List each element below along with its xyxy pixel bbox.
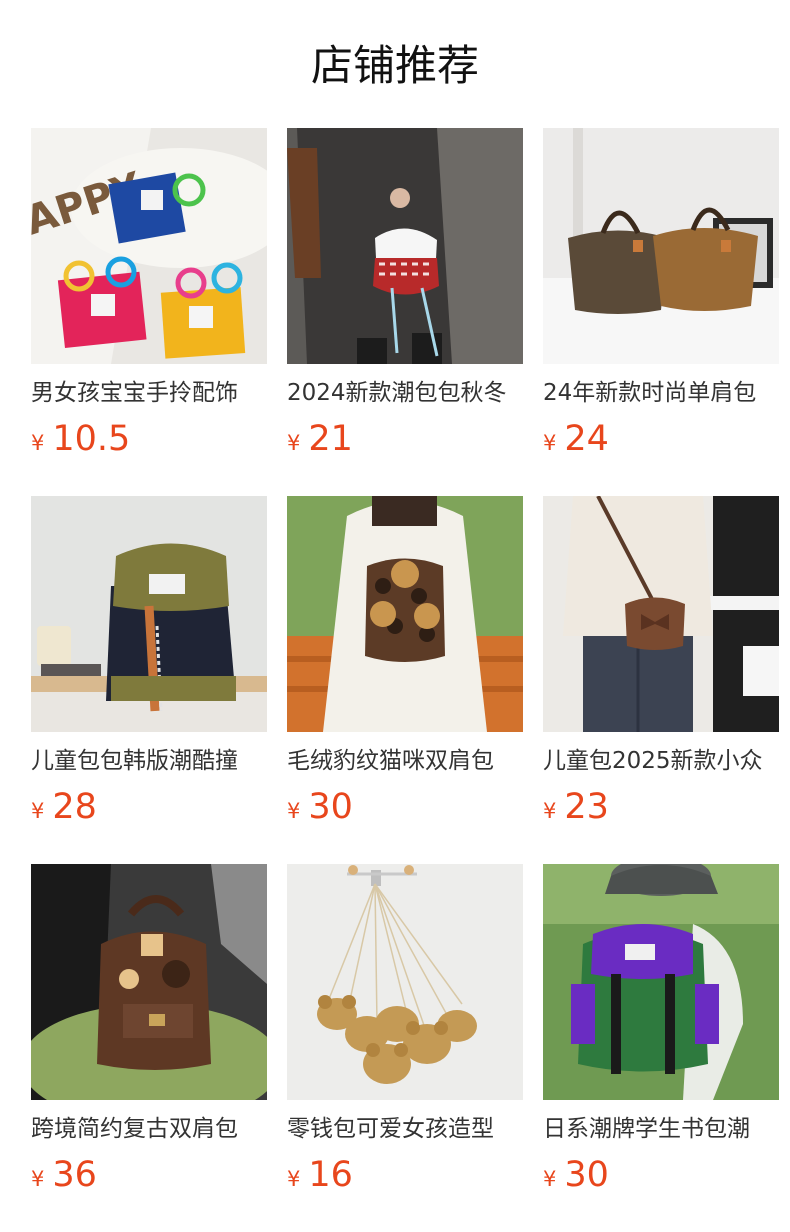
product-price: ¥30 bbox=[287, 786, 353, 828]
product-price: ¥16 bbox=[287, 1154, 353, 1196]
product-name[interactable]: 零钱包可爱女孩造型 bbox=[287, 1112, 523, 1146]
currency-symbol: ¥ bbox=[287, 1167, 301, 1191]
price-value: 28 bbox=[52, 787, 97, 827]
price-value: 30 bbox=[308, 787, 353, 827]
product-price: ¥24 bbox=[543, 418, 609, 460]
currency-symbol: ¥ bbox=[31, 1167, 45, 1191]
product-name[interactable]: 日系潮牌学生书包潮 bbox=[543, 1112, 779, 1146]
currency-symbol: ¥ bbox=[287, 431, 301, 455]
product-card[interactable]: APPY 男女孩宝宝手拎配饰 ¥10.5 bbox=[31, 128, 267, 459]
product-card[interactable]: 零钱包可爱女孩造型 ¥16 bbox=[287, 864, 523, 1195]
product-card[interactable]: 毛绒豹纹猫咪双肩包 ¥30 bbox=[287, 496, 523, 827]
product-card[interactable]: 儿童包包韩版潮酷撞 ¥28 bbox=[31, 496, 267, 827]
product-card[interactable]: 儿童包2025新款小众 ¥23 bbox=[543, 496, 779, 827]
product-price: ¥23 bbox=[543, 786, 609, 828]
product-image[interactable] bbox=[31, 496, 267, 732]
product-name[interactable]: 儿童包2025新款小众 bbox=[543, 744, 779, 778]
currency-symbol: ¥ bbox=[543, 431, 557, 455]
product-name[interactable]: 儿童包包韩版潮酷撞 bbox=[31, 744, 267, 778]
product-price: ¥36 bbox=[31, 1154, 97, 1196]
currency-symbol: ¥ bbox=[543, 799, 557, 823]
currency-symbol: ¥ bbox=[287, 799, 301, 823]
product-card[interactable]: 跨境简约复古双肩包 ¥36 bbox=[31, 864, 267, 1195]
product-image[interactable] bbox=[543, 496, 779, 732]
product-card[interactable]: 2024新款潮包包秋冬 ¥21 bbox=[287, 128, 523, 459]
product-image[interactable] bbox=[287, 128, 523, 364]
product-price: ¥30 bbox=[543, 1154, 609, 1196]
price-value: 16 bbox=[308, 1155, 353, 1195]
product-price: ¥21 bbox=[287, 418, 353, 460]
currency-symbol: ¥ bbox=[31, 799, 45, 823]
price-value: 10.5 bbox=[52, 419, 131, 459]
currency-symbol: ¥ bbox=[31, 431, 45, 455]
product-name[interactable]: 跨境简约复古双肩包 bbox=[31, 1112, 267, 1146]
product-price: ¥28 bbox=[31, 786, 97, 828]
product-card[interactable]: 24年新款时尚单肩包 ¥24 bbox=[543, 128, 779, 459]
product-price: ¥10.5 bbox=[31, 418, 130, 460]
product-image[interactable] bbox=[543, 864, 779, 1100]
product-image[interactable] bbox=[287, 496, 523, 732]
product-image[interactable] bbox=[287, 864, 523, 1100]
price-value: 24 bbox=[564, 419, 609, 459]
section-title: 店铺推荐 bbox=[310, 41, 479, 90]
product-name[interactable]: 2024新款潮包包秋冬 bbox=[287, 376, 523, 410]
price-value: 23 bbox=[564, 787, 609, 827]
product-image[interactable]: APPY bbox=[31, 128, 267, 364]
price-value: 36 bbox=[52, 1155, 97, 1195]
product-card[interactable]: 日系潮牌学生书包潮 ¥30 bbox=[543, 864, 779, 1195]
product-name[interactable]: 24年新款时尚单肩包 bbox=[543, 376, 779, 410]
product-image[interactable] bbox=[543, 128, 779, 364]
product-image[interactable] bbox=[31, 864, 267, 1100]
price-value: 21 bbox=[308, 419, 353, 459]
product-name[interactable]: 男女孩宝宝手拎配饰 bbox=[31, 376, 267, 410]
currency-symbol: ¥ bbox=[543, 1167, 557, 1191]
price-value: 30 bbox=[564, 1155, 609, 1195]
product-name[interactable]: 毛绒豹纹猫咪双肩包 bbox=[287, 744, 523, 778]
